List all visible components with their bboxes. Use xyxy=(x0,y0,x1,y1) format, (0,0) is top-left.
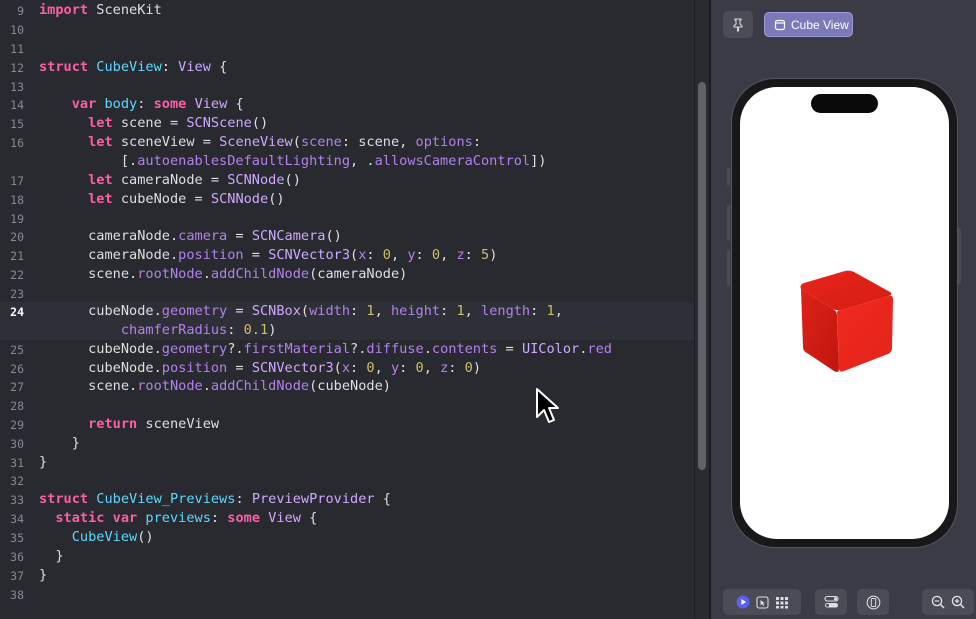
line-number: 38 xyxy=(10,588,24,602)
line-number: 28 xyxy=(10,399,24,413)
scrollbar-thumb[interactable] xyxy=(698,82,706,470)
code-line[interactable]: } xyxy=(39,454,47,470)
phone-volume-up-button xyxy=(727,205,730,241)
code-line[interactable]: return sceneView xyxy=(39,416,219,432)
line-number: 36 xyxy=(10,550,24,564)
toggles-icon xyxy=(823,595,839,608)
zoom-in-icon[interactable] xyxy=(951,595,965,609)
line-number: 31 xyxy=(10,456,24,470)
line-number: 23 xyxy=(10,287,24,301)
grid-icon[interactable] xyxy=(775,596,789,609)
code-line[interactable]: cubeNode.geometry?.firstMaterial?.diffus… xyxy=(39,341,612,357)
code-line[interactable]: cubeNode.position = SCNVector3(x: 0, y: … xyxy=(39,360,481,376)
variants-button[interactable] xyxy=(815,589,847,615)
code-line[interactable]: } xyxy=(39,548,63,564)
zoom-controls-group xyxy=(922,589,974,615)
preview-tab-label: Cube View xyxy=(791,17,849,32)
line-number: 21 xyxy=(10,249,24,263)
zoom-out-icon[interactable] xyxy=(931,595,945,609)
code-line[interactable]: var body: some View { xyxy=(39,96,244,112)
pin-preview-button[interactable] xyxy=(723,11,753,38)
phone-volume-down-button xyxy=(727,250,730,286)
device-icon xyxy=(774,19,786,30)
line-number: 17 xyxy=(10,174,24,188)
line-number: 9 xyxy=(17,4,24,18)
preview-bottom-toolbar xyxy=(711,586,976,619)
preview-tab-cube-view[interactable]: Cube View xyxy=(764,12,853,37)
device-settings-icon xyxy=(866,595,880,609)
code-line[interactable]: let sceneView = SceneView(scene: scene, … xyxy=(39,134,481,150)
line-number: 22 xyxy=(10,268,24,282)
line-number: 37 xyxy=(10,569,24,583)
line-number-current: 24 xyxy=(10,305,24,319)
line-number: 34 xyxy=(10,512,24,526)
pin-icon xyxy=(733,17,743,32)
line-number: 30 xyxy=(10,437,24,451)
line-number: 14 xyxy=(10,98,24,112)
code-line[interactable]: [.autoenablesDefaultLighting, .allowsCam… xyxy=(39,153,547,169)
line-number: 13 xyxy=(10,80,24,94)
code-line[interactable]: let cameraNode = SCNNode() xyxy=(39,172,301,188)
mouse-pointer-icon xyxy=(536,388,559,423)
play-circle-icon[interactable] xyxy=(736,595,750,609)
line-number-gutter: 9 10 11 12 13 14 15 16 17 18 19 20 21 22… xyxy=(0,0,30,619)
code-editor[interactable]: 9 10 11 12 13 14 15 16 17 18 19 20 21 22… xyxy=(0,0,694,619)
code-line[interactable]: CubeView() xyxy=(39,529,154,545)
line-number: 33 xyxy=(10,493,24,507)
line-number: 20 xyxy=(10,230,24,244)
code-line[interactable]: } xyxy=(39,567,47,583)
code-line[interactable]: scene.rootNode.addChildNode(cameraNode) xyxy=(39,266,407,282)
editor-scrollbar[interactable] xyxy=(694,0,710,619)
line-number: 15 xyxy=(10,117,24,131)
code-line[interactable]: let cubeNode = SCNNode() xyxy=(39,191,284,207)
code-line[interactable]: struct CubeView: View { xyxy=(39,59,227,75)
line-number: 32 xyxy=(10,474,24,488)
iphone-device-frame xyxy=(731,78,958,548)
code-line[interactable]: cubeNode.geometry = SCNBox(width: 1, hei… xyxy=(39,303,563,319)
line-number: 27 xyxy=(10,380,24,394)
line-number: 10 xyxy=(10,23,24,37)
line-number: 35 xyxy=(10,531,24,545)
code-line[interactable]: chamferRadius: 0.1) xyxy=(39,322,277,338)
code-line[interactable]: import SceneKit xyxy=(39,2,162,18)
phone-power-button xyxy=(958,228,961,284)
dynamic-island xyxy=(811,94,878,113)
device-screen[interactable] xyxy=(740,87,949,539)
line-number: 12 xyxy=(10,61,24,75)
cursor-select-icon[interactable] xyxy=(755,595,769,609)
preview-mode-group xyxy=(723,589,801,615)
line-number: 19 xyxy=(10,212,24,226)
line-number: 29 xyxy=(10,418,24,432)
code-line[interactable]: cameraNode.camera = SCNCamera() xyxy=(39,228,342,244)
line-number: 26 xyxy=(10,362,24,376)
device-settings-button[interactable] xyxy=(857,589,889,615)
code-line[interactable]: struct CubeView_Previews: PreviewProvide… xyxy=(39,491,391,507)
line-number: 11 xyxy=(10,42,24,56)
code-line[interactable]: static var previews: some View { xyxy=(39,510,317,526)
line-number: 16 xyxy=(10,136,24,150)
preview-canvas: Cube View xyxy=(711,0,976,619)
code-line[interactable]: } xyxy=(39,435,80,451)
red-cube-3d[interactable] xyxy=(795,267,899,379)
code-line[interactable]: cameraNode.position = SCNVector3(x: 0, y… xyxy=(39,247,497,263)
code-line[interactable]: scene.rootNode.addChildNode(cubeNode) xyxy=(39,378,391,394)
code-line[interactable]: let scene = SCNScene() xyxy=(39,115,268,131)
phone-action-button xyxy=(727,168,730,186)
line-number: 25 xyxy=(10,343,24,357)
line-number: 18 xyxy=(10,193,24,207)
